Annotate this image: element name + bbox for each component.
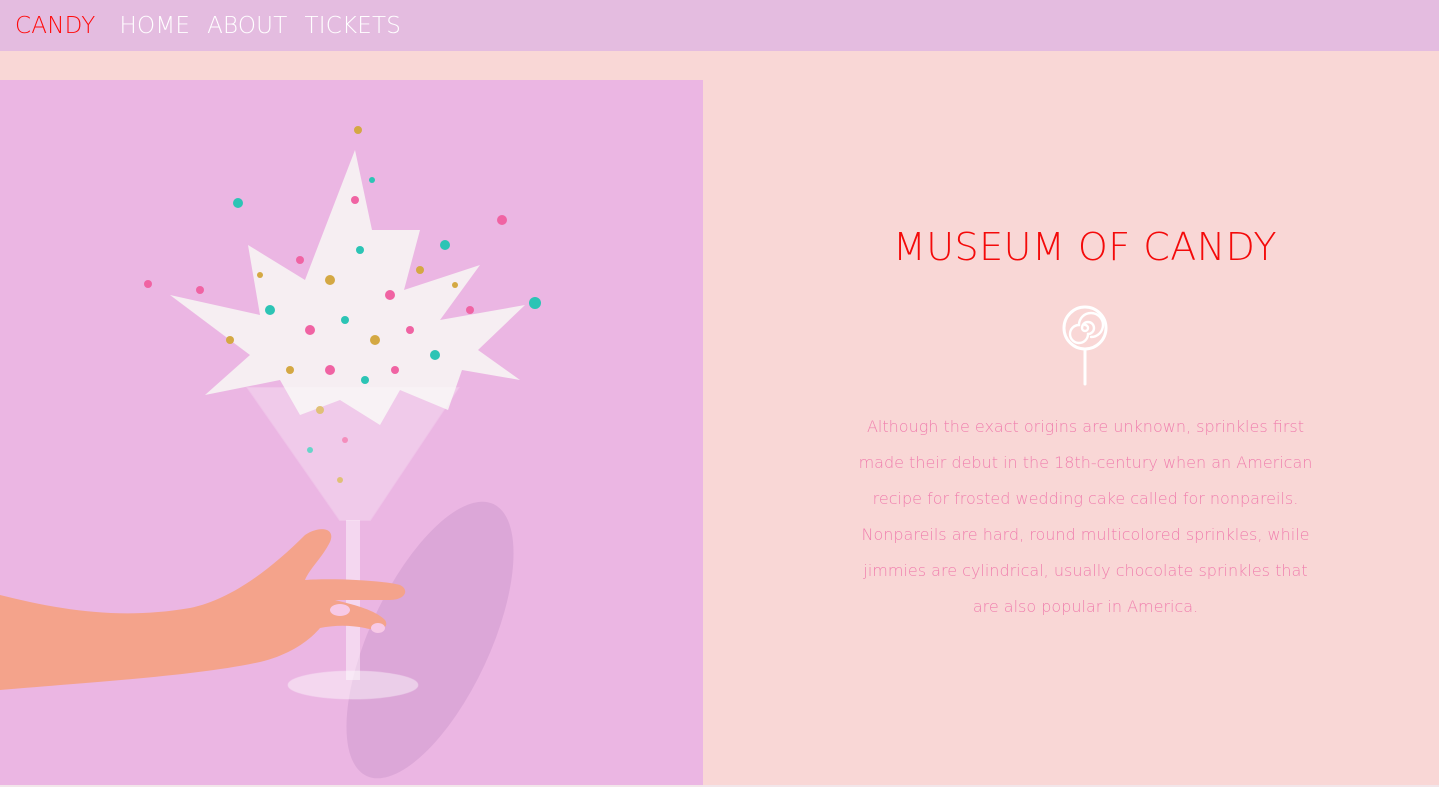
hero-content: MUSEUM OF CANDY Although the exact origi… (703, 80, 1439, 785)
lollipop-icon (1061, 304, 1109, 390)
nav-link-tickets[interactable]: TICKETS (304, 13, 401, 39)
nav-link-about[interactable]: ABOUT (207, 13, 287, 39)
top-navbar: CANDY HOME ABOUT TICKETS (0, 0, 1439, 51)
page-title: MUSEUM OF CANDY (892, 225, 1278, 269)
hero-image (0, 80, 703, 785)
brand-link[interactable]: CANDY (15, 13, 96, 39)
description-text: Although the exact origins are unknown, … (858, 417, 1313, 616)
sprinkles-martini-illustration (0, 126, 541, 779)
nav-link-home[interactable]: HOME (120, 13, 191, 39)
